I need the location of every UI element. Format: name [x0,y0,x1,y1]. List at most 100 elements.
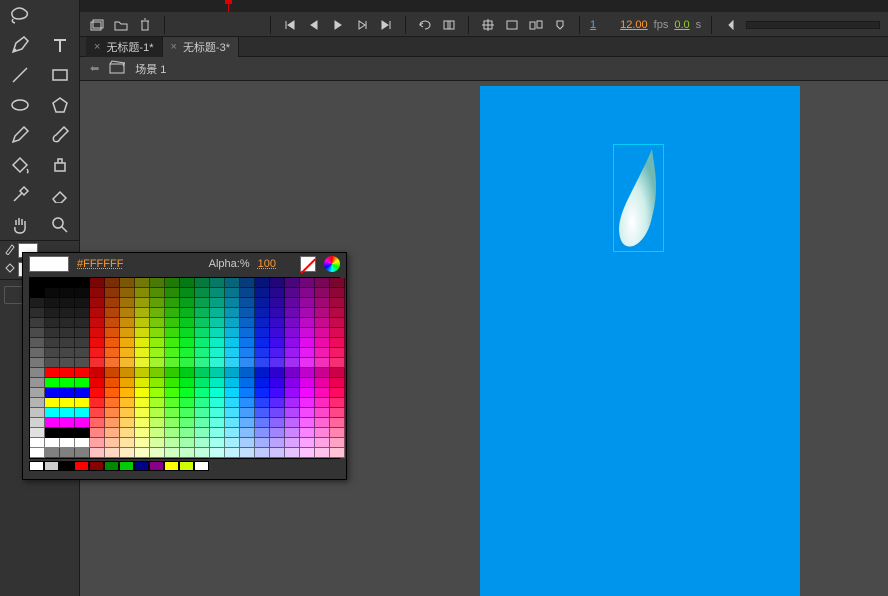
polygon-tool[interactable] [40,90,80,120]
color-swatch-grid[interactable] [29,277,340,459]
color-swatch[interactable] [45,298,60,308]
color-swatch[interactable] [285,318,300,328]
color-swatch[interactable] [210,348,225,358]
color-swatch[interactable] [270,428,285,438]
color-swatch[interactable] [180,388,195,398]
fps-value[interactable]: 12.00 [620,19,648,31]
step-forward-icon[interactable] [353,16,371,34]
timeline-scrollbar[interactable] [746,21,880,29]
color-swatch[interactable] [195,348,210,358]
color-swatch[interactable] [105,428,120,438]
color-swatch[interactable] [315,318,330,328]
brush-tool[interactable] [40,120,80,150]
color-swatch[interactable] [300,328,315,338]
color-swatch[interactable] [315,428,330,438]
color-swatch[interactable] [315,398,330,408]
color-swatch[interactable] [225,408,240,418]
color-swatch[interactable] [30,338,45,348]
color-swatch[interactable] [60,328,75,338]
color-swatch[interactable] [270,378,285,388]
color-swatch[interactable] [120,448,135,458]
color-swatch[interactable] [120,288,135,298]
color-swatch[interactable] [45,428,60,438]
color-swatch[interactable] [120,298,135,308]
color-swatch[interactable] [135,318,150,328]
color-swatch[interactable] [330,448,345,458]
color-swatch[interactable] [225,388,240,398]
color-swatch[interactable] [120,438,135,448]
color-swatch[interactable] [75,378,90,388]
color-swatch[interactable] [270,328,285,338]
color-swatch[interactable] [315,298,330,308]
color-swatch[interactable] [165,338,180,348]
color-swatch[interactable] [120,408,135,418]
color-swatch[interactable] [75,448,90,458]
color-swatch[interactable] [285,388,300,398]
color-swatch[interactable] [330,438,345,448]
color-swatch[interactable] [135,428,150,438]
color-swatch[interactable] [315,308,330,318]
color-swatch[interactable] [135,298,150,308]
color-swatch[interactable] [105,288,120,298]
color-swatch[interactable] [120,368,135,378]
color-swatch[interactable] [315,438,330,448]
color-swatch[interactable] [225,318,240,328]
oval-tool[interactable] [0,90,40,120]
color-swatch[interactable] [300,438,315,448]
color-swatch[interactable] [330,328,345,338]
color-swatch[interactable] [240,278,255,288]
recent-color-swatch[interactable] [29,461,44,471]
color-swatch[interactable] [135,308,150,318]
color-swatch[interactable] [180,288,195,298]
color-swatch[interactable] [180,418,195,428]
color-swatch[interactable] [225,368,240,378]
color-swatch[interactable] [135,448,150,458]
color-swatch[interactable] [255,408,270,418]
color-swatch[interactable] [90,318,105,328]
color-swatch[interactable] [90,418,105,428]
color-swatch[interactable] [225,398,240,408]
color-swatch[interactable] [195,378,210,388]
color-swatch[interactable] [255,418,270,428]
color-swatch[interactable] [60,378,75,388]
color-swatch[interactable] [60,388,75,398]
recent-color-swatch[interactable] [104,461,119,471]
ink-bottle-tool[interactable] [40,150,80,180]
color-swatch[interactable] [75,348,90,358]
color-swatch[interactable] [60,408,75,418]
color-swatch[interactable] [120,348,135,358]
color-swatch[interactable] [75,418,90,428]
hand-tool[interactable] [0,210,40,240]
color-swatch[interactable] [285,288,300,298]
color-swatch[interactable] [180,448,195,458]
color-swatch[interactable] [240,408,255,418]
color-swatch[interactable] [135,398,150,408]
color-swatch[interactable] [195,418,210,428]
color-swatch[interactable] [270,308,285,318]
color-swatch[interactable] [255,428,270,438]
color-swatch[interactable] [45,378,60,388]
color-swatch[interactable] [300,288,315,298]
color-swatch[interactable] [240,328,255,338]
color-swatch[interactable] [195,448,210,458]
color-swatch[interactable] [195,288,210,298]
color-swatch[interactable] [300,358,315,368]
color-swatch[interactable] [270,448,285,458]
color-swatch[interactable] [60,338,75,348]
color-swatch[interactable] [300,308,315,318]
color-swatch[interactable] [30,298,45,308]
color-swatch[interactable] [30,328,45,338]
color-swatch[interactable] [300,378,315,388]
color-swatch[interactable] [315,448,330,458]
color-swatch[interactable] [240,308,255,318]
color-swatch[interactable] [270,388,285,398]
color-swatch[interactable] [285,378,300,388]
color-wheel-icon[interactable] [324,256,340,272]
color-swatch[interactable] [90,288,105,298]
color-swatch[interactable] [75,308,90,318]
color-swatch[interactable] [75,358,90,368]
color-swatch[interactable] [225,428,240,438]
color-swatch[interactable] [165,298,180,308]
color-swatch[interactable] [285,278,300,288]
color-swatch[interactable] [45,388,60,398]
